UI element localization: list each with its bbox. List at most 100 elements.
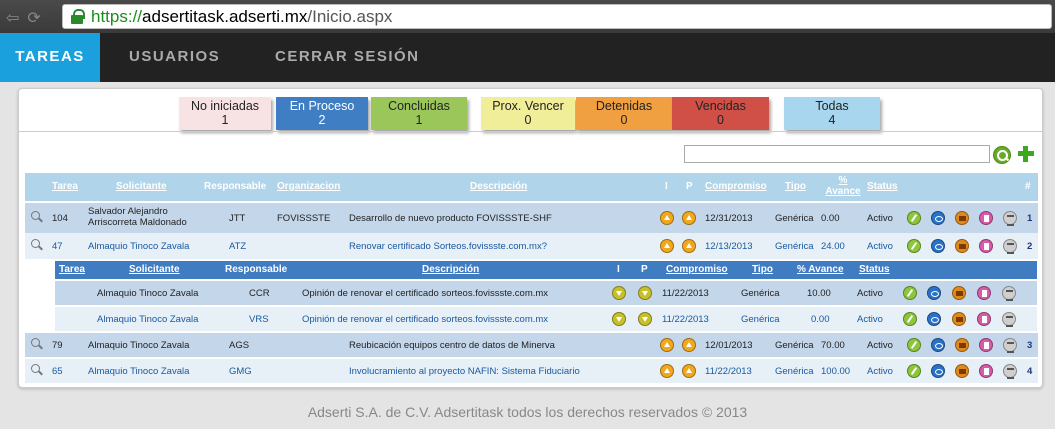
cell-tipo: Genérica <box>741 288 780 299</box>
view-icon[interactable] <box>931 338 945 352</box>
cell-descripcion: Involucramiento al proyecto NAFIN: Siste… <box>349 366 580 377</box>
zoom-icon[interactable] <box>31 338 43 350</box>
priority-down-icon[interactable] <box>638 286 652 300</box>
col-compromiso[interactable]: Compromiso <box>705 181 767 192</box>
filter-vencidas[interactable]: Vencidas 0 <box>672 97 769 130</box>
edit-icon[interactable] <box>907 211 921 225</box>
priority-up-icon[interactable] <box>682 211 696 225</box>
cell-responsable: GMG <box>229 366 252 377</box>
filter-concluidas[interactable]: Concluidas 1 <box>371 97 467 130</box>
priority-up-icon[interactable] <box>660 239 674 253</box>
pdf-icon[interactable] <box>979 364 993 378</box>
filter-en-proceso[interactable]: En Proceso 2 <box>276 97 368 130</box>
address-bar[interactable]: https://adsertitask.adserti.mx/Inicio.as… <box>62 4 1052 29</box>
zoom-icon[interactable] <box>31 364 43 376</box>
cell-compromiso: 11/22/2013 <box>662 314 709 325</box>
search-input[interactable] <box>684 145 990 163</box>
cell-avance: 70.00 <box>821 340 845 351</box>
table-row[interactable]: 104 Salvador Alejandro Arriscorreta Maldo… <box>25 203 1038 233</box>
pdf-icon[interactable] <box>977 286 991 300</box>
edit-icon[interactable] <box>907 364 921 378</box>
footer-copyright: Adserti S.A. de C.V. Adsertitask todos l… <box>307 404 748 420</box>
cell-num: 4 <box>1027 366 1033 377</box>
pdf-icon[interactable] <box>977 312 991 326</box>
col-tarea[interactable]: Tarea <box>52 181 78 192</box>
cell-responsable: VRS <box>249 314 269 325</box>
priority-down-icon[interactable] <box>612 312 626 326</box>
edit-icon[interactable] <box>907 338 921 352</box>
pdf-icon[interactable] <box>979 211 993 225</box>
table-row[interactable]: 65 Almaquio Tinoco Zavala GMG Involucram… <box>25 359 1038 383</box>
table-row[interactable]: 47 Almaquio Tinoco Zavala ATZ Renovar ce… <box>25 233 1038 259</box>
print-icon[interactable] <box>1003 239 1017 254</box>
col-tipo[interactable]: Tipo <box>785 181 806 192</box>
priority-down-icon[interactable] <box>612 286 626 300</box>
col-descripcion[interactable]: Descripción <box>470 181 527 192</box>
search-icon[interactable] <box>993 146 1011 164</box>
folder-icon[interactable] <box>952 312 966 326</box>
edit-icon[interactable] <box>907 239 921 253</box>
priority-down-icon[interactable] <box>638 312 652 326</box>
sub-col-p: P <box>641 264 648 275</box>
tab-tareas[interactable]: TAREAS <box>0 33 100 82</box>
edit-icon[interactable] <box>903 286 917 300</box>
sub-col-responsable: Responsable <box>225 264 288 275</box>
folder-icon[interactable] <box>955 364 969 378</box>
sub-col-avance[interactable]: % Avance <box>797 264 844 275</box>
priority-up-icon[interactable] <box>660 211 674 225</box>
filter-detenidas[interactable]: Detenidas 0 <box>576 97 672 130</box>
folder-icon[interactable] <box>955 239 969 253</box>
print-icon[interactable] <box>1002 286 1016 301</box>
priority-up-icon[interactable] <box>660 338 674 352</box>
cell-organizacion: FOVISSSTE <box>277 213 331 224</box>
filter-todas[interactable]: Todas 4 <box>784 97 880 130</box>
zoom-icon[interactable] <box>31 211 43 223</box>
col-solicitante[interactable]: Solicitante <box>116 181 167 192</box>
folder-icon[interactable] <box>952 286 966 300</box>
url-scheme: https:// <box>91 7 143 26</box>
sub-col-tipo[interactable]: Tipo <box>752 264 773 275</box>
priority-up-icon[interactable] <box>682 338 696 352</box>
sub-col-compromiso[interactable]: Compromiso <box>666 264 728 275</box>
col-status[interactable]: Status <box>867 181 898 192</box>
sub-col-descripcion[interactable]: Descripción <box>422 264 479 275</box>
cell-avance: 24.00 <box>821 241 845 252</box>
cell-descripcion: Desarrollo de nuevo producto FOVISSSTE-S… <box>349 213 552 224</box>
view-icon[interactable] <box>931 211 945 225</box>
edit-icon[interactable] <box>903 312 917 326</box>
view-icon[interactable] <box>931 239 945 253</box>
print-icon[interactable] <box>1002 312 1016 327</box>
table-row[interactable]: 79 Almaquio Tinoco Zavala AGS Reubicació… <box>25 333 1038 357</box>
filter-prox-vencer[interactable]: Prox. Vencer 0 <box>481 97 575 130</box>
sub-col-solicitante[interactable]: Solicitante <box>129 264 180 275</box>
cell-solicitante: Almaquio Tinoco Zavala <box>88 366 190 377</box>
tab-cerrar-sesion[interactable]: CERRAR SESIÓN <box>275 33 420 82</box>
browser-nav-icons[interactable]: ⇦⟳ <box>6 8 49 28</box>
folder-icon[interactable] <box>955 211 969 225</box>
priority-up-icon[interactable] <box>682 239 696 253</box>
col-avance[interactable]: % Avance <box>821 175 865 197</box>
print-icon[interactable] <box>1003 338 1017 353</box>
filter-no-iniciadas[interactable]: No iniciadas 1 <box>179 97 271 130</box>
priority-up-icon[interactable] <box>660 364 674 378</box>
pdf-icon[interactable] <box>979 239 993 253</box>
priority-up-icon[interactable] <box>682 364 696 378</box>
subtable-row[interactable]: Almaquio Tinoco Zavala CCR Opinión de re… <box>55 281 1037 305</box>
cell-descripcion: Reubicación equipos centro de datos de M… <box>349 340 555 351</box>
view-icon[interactable] <box>931 364 945 378</box>
zoom-icon[interactable] <box>31 239 43 251</box>
cell-avance: 0.00 <box>821 213 840 224</box>
cell-status: Activo <box>867 340 893 351</box>
view-icon[interactable] <box>927 286 941 300</box>
print-icon[interactable] <box>1003 211 1017 226</box>
pdf-icon[interactable] <box>979 338 993 352</box>
print-icon[interactable] <box>1003 364 1017 379</box>
view-icon[interactable] <box>927 312 941 326</box>
sub-col-status[interactable]: Status <box>859 264 890 275</box>
sub-col-tarea[interactable]: Tarea <box>59 264 85 275</box>
subtable-row[interactable]: Almaquio Tinoco Zavala VRS Opinión de re… <box>55 307 1037 331</box>
tab-usuarios[interactable]: USUARIOS <box>129 33 220 82</box>
folder-icon[interactable] <box>955 338 969 352</box>
col-organizacion[interactable]: Organizacion <box>277 181 340 192</box>
add-icon[interactable] <box>1017 145 1035 163</box>
